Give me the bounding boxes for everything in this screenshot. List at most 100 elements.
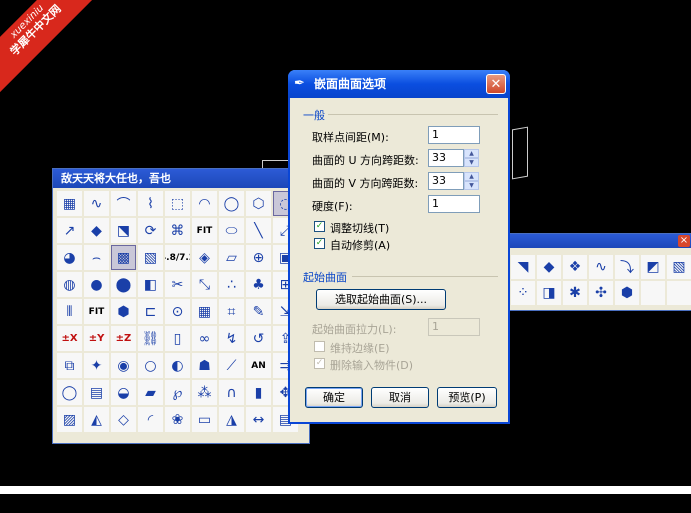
circle-icon[interactable]: ◯	[219, 191, 244, 216]
color-swatch-icon[interactable]: ▦	[57, 191, 82, 216]
adjust-tangency-label[interactable]: 调整切线(T)	[330, 220, 389, 236]
box3d-icon[interactable]: ⬢	[615, 281, 639, 305]
sphere-wire-icon[interactable]: ⊕	[246, 245, 271, 270]
patch-icon[interactable]: ▩	[111, 245, 136, 270]
tile-icon[interactable]: ◇	[111, 407, 136, 432]
keep-edges-label[interactable]: 维持边缘(E)	[330, 340, 390, 356]
target-icon[interactable]: ⊙	[165, 299, 190, 324]
polygon-icon[interactable]: ⬡	[246, 191, 271, 216]
brush-icon[interactable]: ✎	[246, 299, 271, 324]
u-span-input[interactable]: 33	[428, 149, 464, 167]
adjust-tangency-checkbox[interactable]: ✓	[314, 221, 325, 232]
auto-trim-label[interactable]: 自动修剪(A)	[330, 237, 390, 253]
rectangle-dashed-icon[interactable]: ⬚	[165, 191, 190, 216]
hatch-icon[interactable]: ▦	[192, 299, 217, 324]
measure-icon[interactable]: ⟋	[219, 353, 244, 378]
paper-icon[interactable]: ▭	[192, 407, 217, 432]
gradient-icon[interactable]: ▤	[84, 380, 109, 405]
grid-icon[interactable]: ⌗	[219, 299, 244, 324]
loop-icon[interactable]: ↺	[246, 326, 271, 351]
keep-edges-checkbox[interactable]	[314, 341, 325, 352]
cancel-button[interactable]: 取消	[371, 387, 429, 408]
delete-input-checkbox[interactable]: ✓	[314, 358, 325, 369]
v-span-input[interactable]: 33	[428, 172, 464, 190]
chain-icon[interactable]: ⛓	[138, 326, 163, 351]
revolve-icon[interactable]: ⟳	[138, 218, 163, 243]
blend-icon[interactable]: ⌢	[84, 245, 109, 270]
strip-icon[interactable]: ▧	[667, 255, 691, 279]
freeform-curve-icon[interactable]: ⌇	[138, 191, 163, 216]
delete-input-label[interactable]: 删除输入物件(D)	[330, 357, 413, 373]
layout-icon[interactable]: ⧉	[57, 353, 82, 378]
block-icon[interactable]: ▮	[246, 380, 271, 405]
fit-curve-icon[interactable]: FIT	[84, 299, 109, 324]
stiffness-input[interactable]: 1	[428, 195, 480, 213]
curve-icon[interactable]: ∿	[84, 191, 109, 216]
panel-icon[interactable]: ▰	[138, 380, 163, 405]
cube-icon[interactable]: ⬢	[111, 299, 136, 324]
star-icon[interactable]: ✱	[563, 281, 587, 305]
dimension-icon[interactable]: ↔	[246, 407, 271, 432]
stripes-icon[interactable]: ▨	[57, 407, 82, 432]
loop-curve-icon[interactable]: ℘	[165, 380, 190, 405]
path-icon[interactable]: ↯	[219, 326, 244, 351]
annotation-icon[interactable]: AN	[246, 353, 271, 378]
surface-tile-icon[interactable]: ◆	[537, 255, 561, 279]
flag-icon[interactable]: ◩	[641, 255, 665, 279]
mirror-icon[interactable]: ⫴	[57, 299, 82, 324]
arc-icon[interactable]: ◠	[192, 191, 217, 216]
render-icon[interactable]: ✦	[84, 353, 109, 378]
blank1-icon[interactable]	[641, 281, 665, 305]
loft-icon[interactable]: ⬔	[111, 218, 136, 243]
points-icon[interactable]: ∴	[219, 272, 244, 297]
spin-up-icon[interactable]: ▲	[464, 149, 479, 158]
link-icon[interactable]: ∞	[192, 326, 217, 351]
surface-edge-icon[interactable]: ◥	[511, 255, 535, 279]
sphere-light-icon[interactable]: ○	[138, 353, 163, 378]
auto-trim-checkbox[interactable]: ✓	[314, 238, 325, 249]
trim-icon[interactable]: ✂	[165, 272, 190, 297]
edge-icon[interactable]: ▯	[165, 326, 190, 351]
dim-x-icon[interactable]: ±X	[57, 326, 82, 351]
dialog-titlebar[interactable]: ✒ 嵌面曲面选项 ✕	[288, 70, 510, 98]
blank2-icon[interactable]	[667, 281, 691, 305]
material-icon[interactable]: ❀	[165, 407, 190, 432]
close-button[interactable]: ✕	[486, 74, 506, 94]
frame-icon[interactable]: ◨	[537, 281, 561, 305]
pipe-icon[interactable]: ╲	[246, 218, 271, 243]
spin-down-icon[interactable]: ▼	[464, 158, 479, 167]
offset-icon[interactable]: ▱	[219, 245, 244, 270]
diamonds-icon[interactable]: ❖	[563, 255, 587, 279]
start-pull-input[interactable]: 1	[428, 318, 480, 336]
right-toolbar-titlebar[interactable]: ×	[506, 234, 691, 248]
twist-icon[interactable]: ⤵	[615, 255, 639, 279]
split-icon[interactable]: ◧	[138, 272, 163, 297]
scatter-icon[interactable]: ⁂	[192, 380, 217, 405]
ok-button[interactable]: 确定	[305, 387, 363, 408]
mesh-icon[interactable]: ◮	[219, 407, 244, 432]
shaded-icon[interactable]: ◭	[84, 407, 109, 432]
satellite-icon[interactable]: ✣	[589, 281, 613, 305]
ribbon-icon[interactable]: ◜	[138, 407, 163, 432]
fillet-icon[interactable]: ◕	[57, 245, 82, 270]
close-icon[interactable]: ×	[678, 235, 690, 247]
group-icon[interactable]: ♣	[246, 272, 271, 297]
ball-icon[interactable]: ●	[84, 272, 109, 297]
plane-icon[interactable]: ◈	[192, 245, 217, 270]
left-toolbar-title[interactable]: 敌天天将大任也，吾也	[53, 169, 309, 188]
dim-y-icon[interactable]: ±Y	[84, 326, 109, 351]
select-start-surface-button[interactable]: 选取起始曲面(S)...	[316, 289, 446, 310]
walk-icon[interactable]: ☗	[192, 353, 217, 378]
surface-icon[interactable]: ◆	[84, 218, 109, 243]
cylinder-icon[interactable]: ⬭	[219, 218, 244, 243]
u-span-spinner[interactable]: ▲ ▼	[464, 149, 479, 167]
dim-z-icon[interactable]: ±Z	[111, 326, 136, 351]
explode-icon[interactable]: ⊏	[138, 299, 163, 324]
line-arrow-icon[interactable]: ↗	[57, 218, 82, 243]
wave-icon[interactable]: ∿	[589, 255, 613, 279]
spin-up-icon[interactable]: ▲	[464, 172, 479, 181]
disc-icon[interactable]: ◒	[111, 380, 136, 405]
preview-button[interactable]: 预览(P)	[437, 387, 497, 408]
sphere-icon[interactable]: ◍	[57, 272, 82, 297]
network-surface-icon[interactable]: ▧	[138, 245, 163, 270]
